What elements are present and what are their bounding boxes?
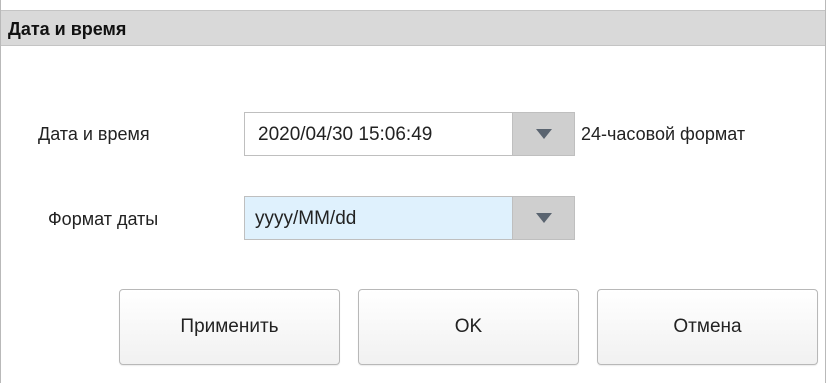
date-time-dialog: Дата и время Дата и время 2020/04/30 15:… [0,0,826,383]
date-format-dropdown-button[interactable] [512,197,574,239]
dialog-title-bar: Дата и время [1,10,825,46]
datetime-value: 2020/04/30 15:06:49 [258,124,433,145]
dialog-title: Дата и время [8,19,127,39]
datetime-label: Дата и время [38,124,150,144]
time-format-note: 24-часовой формат [581,124,746,144]
date-format-select[interactable]: yyyy/MM/dd [244,196,575,240]
chevron-down-icon [536,213,552,223]
apply-button[interactable]: Применить [119,289,340,365]
date-format-value: yyyy/MM/dd [255,208,357,229]
date-format-label: Формат даты [48,209,159,229]
ok-button[interactable]: OK [358,289,579,365]
cancel-button[interactable]: Отмена [597,289,818,365]
datetime-select[interactable]: 2020/04/30 15:06:49 [244,112,575,156]
datetime-dropdown-button[interactable] [512,113,574,155]
chevron-down-icon [536,129,552,139]
